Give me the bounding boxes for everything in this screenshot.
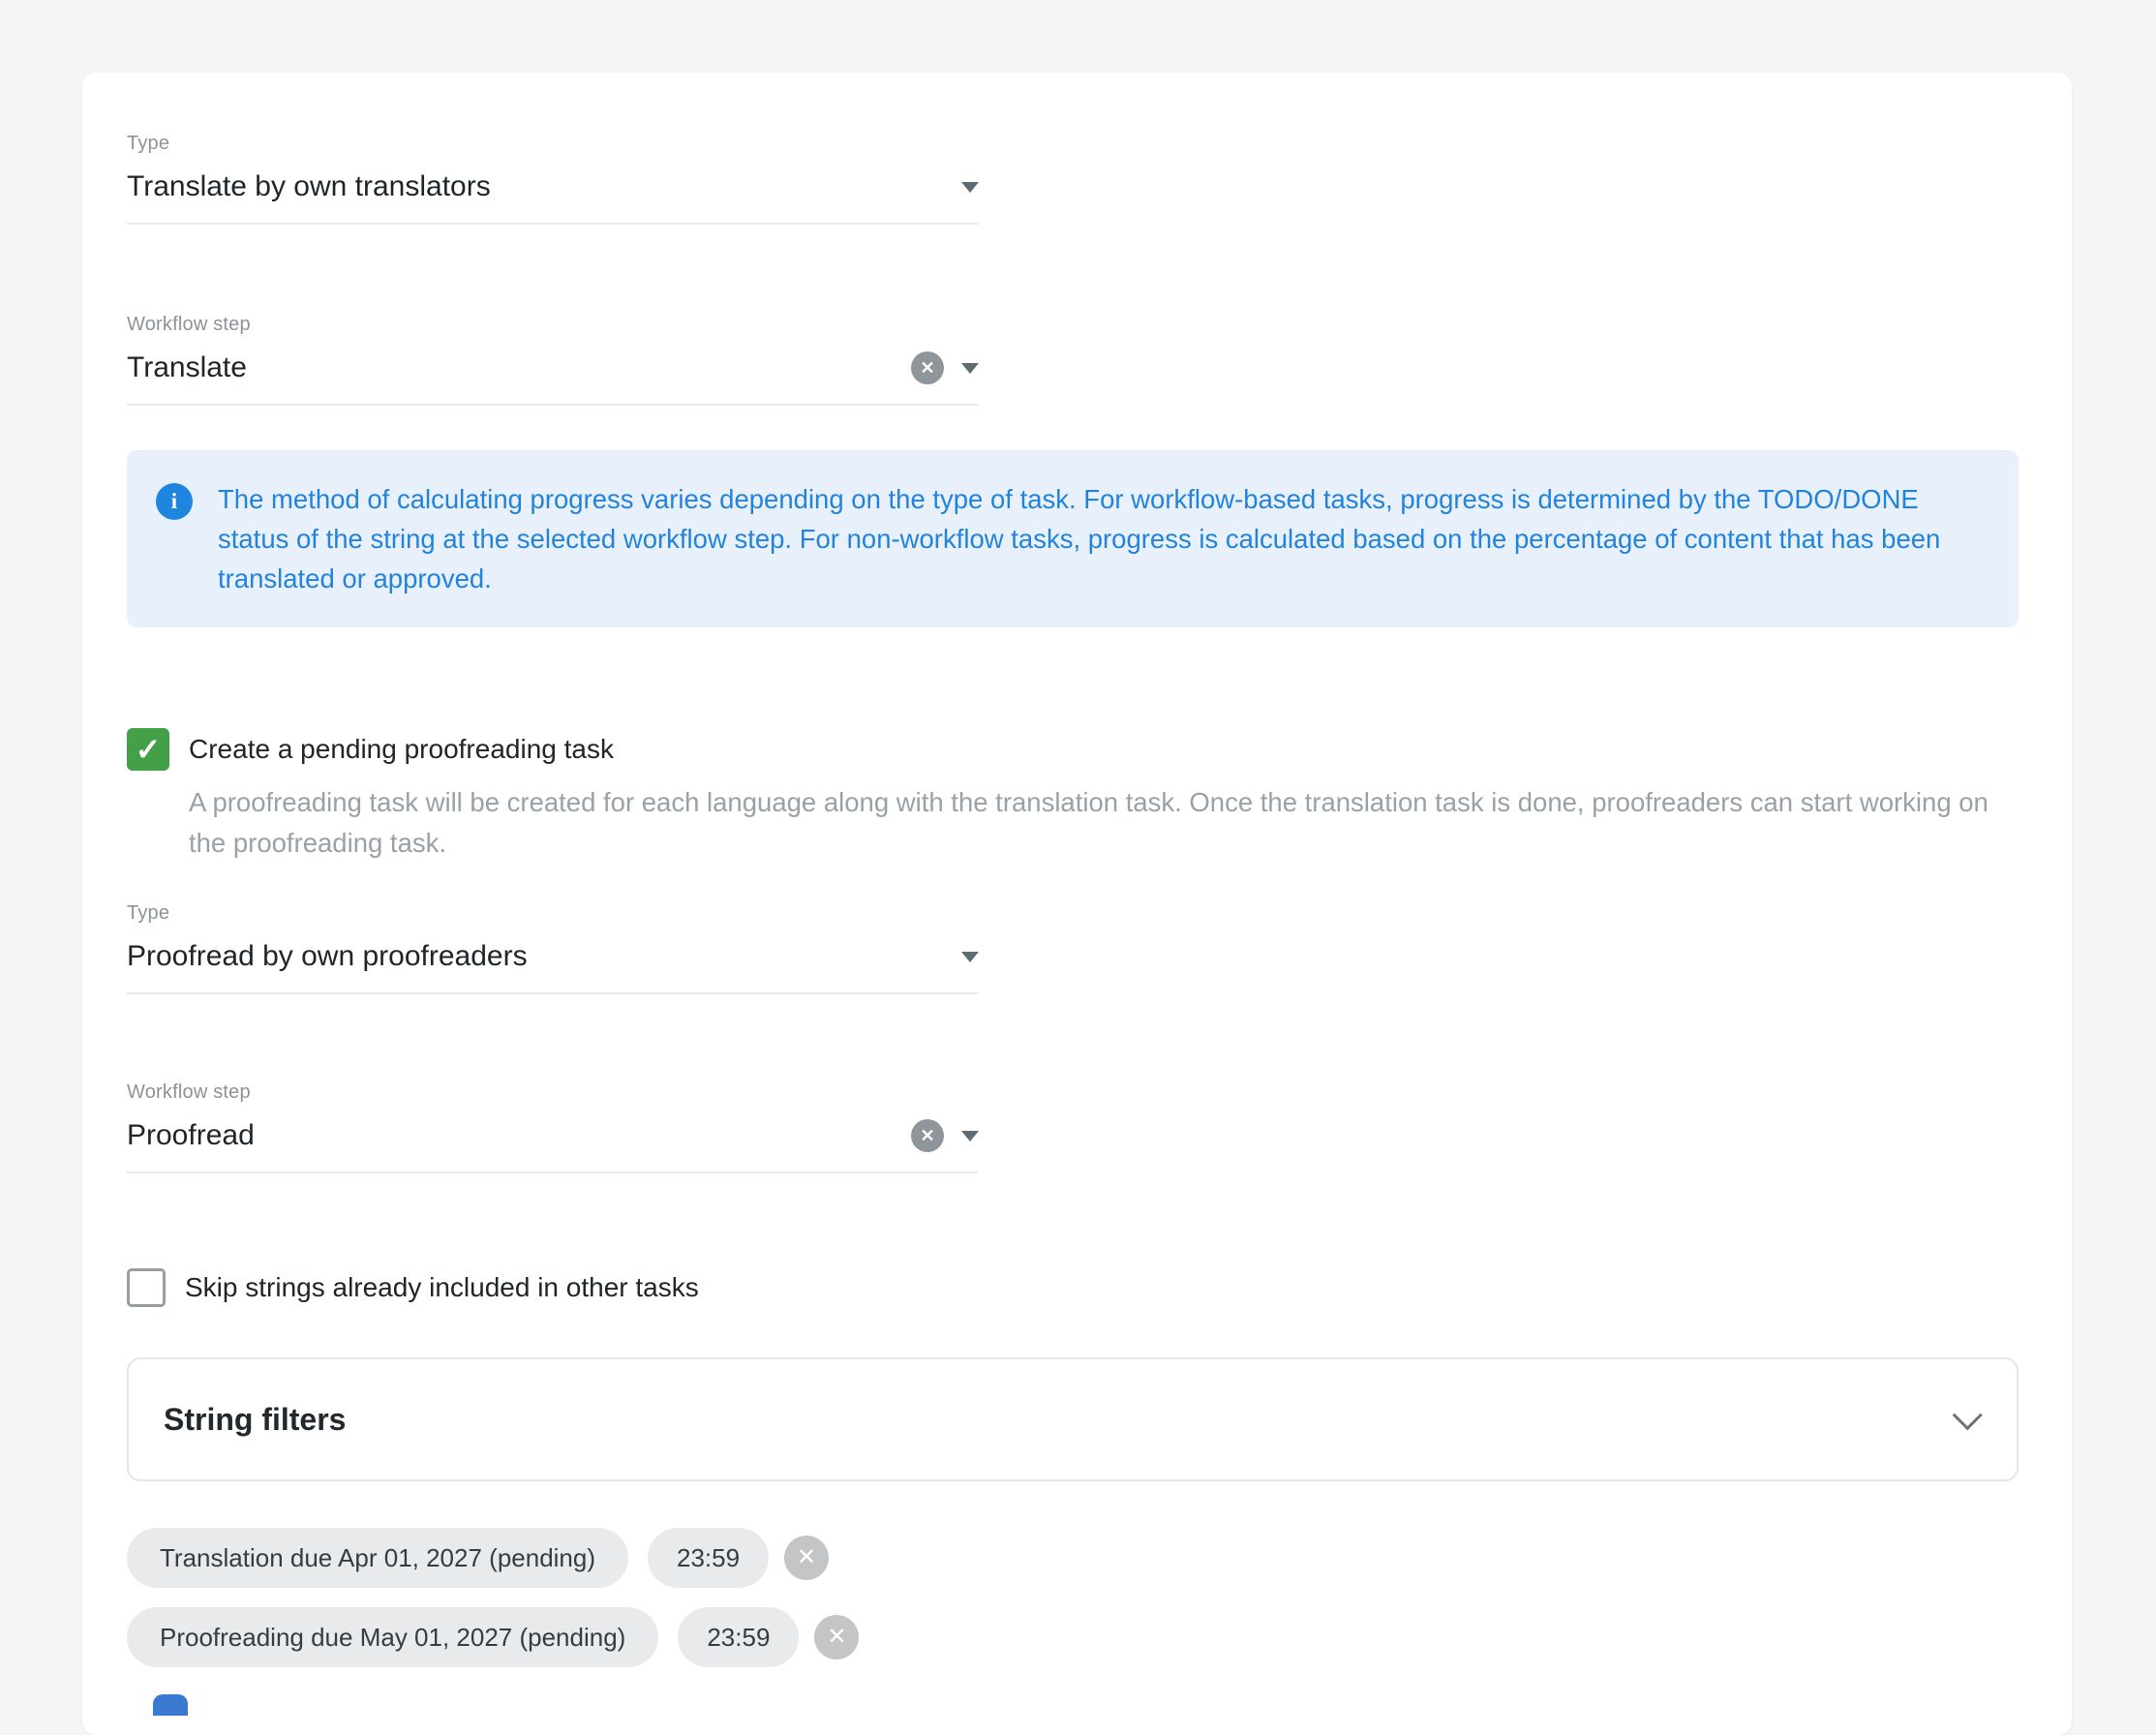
proofreading-checkbox-description: A proofreading task will be created for …	[189, 782, 2009, 864]
task-type-label: Type	[127, 133, 979, 155]
proofreading-deadline-time-chip[interactable]: 23:59	[678, 1607, 799, 1667]
proofread-type-field: Type Proofread by own proofreaders	[127, 902, 979, 994]
info-note-text: The method of calculating progress varie…	[218, 479, 1984, 598]
proofread-workflow-select[interactable]: Proofread ✕	[127, 1119, 979, 1173]
task-type-select[interactable]: Translate by own translators	[127, 170, 979, 225]
progress-info-note: i The method of calculating progress var…	[127, 450, 2019, 627]
task-type-value: Translate by own translators	[127, 170, 491, 203]
skip-strings-section: Skip strings already included in other t…	[127, 1268, 2027, 1307]
task-form-card: Type Translate by own translators Workfl…	[82, 73, 2072, 1735]
translation-deadline-row: Translation due Apr 01, 2027 (pending) 2…	[127, 1528, 2027, 1588]
proofread-type-value: Proofread by own proofreaders	[127, 940, 528, 973]
skip-strings-checkbox[interactable]	[127, 1268, 166, 1307]
remove-deadline-icon[interactable]: ✕	[814, 1615, 859, 1659]
info-icon: i	[156, 483, 193, 520]
skip-strings-label[interactable]: Skip strings already included in other t…	[185, 1272, 699, 1303]
chevron-down-icon[interactable]	[961, 1131, 979, 1141]
proofread-workflow-label: Workflow step	[127, 1081, 979, 1104]
proofread-workflow-field: Workflow step Proofread ✕	[127, 1081, 979, 1173]
workflow-step-value: Translate	[127, 351, 247, 384]
workflow-step-field: Workflow step Translate ✕	[127, 314, 979, 406]
translation-deadline-chip[interactable]: Translation due Apr 01, 2027 (pending)	[127, 1528, 628, 1588]
workflow-step-select[interactable]: Translate ✕	[127, 351, 979, 406]
clear-selection-icon[interactable]: ✕	[911, 1119, 944, 1152]
proofreading-checkbox[interactable]: ✓	[127, 728, 169, 771]
workflow-step-label: Workflow step	[127, 314, 979, 336]
proofread-type-select[interactable]: Proofread by own proofreaders	[127, 940, 979, 994]
chevron-down-icon[interactable]	[961, 182, 979, 193]
proofread-type-label: Type	[127, 902, 979, 925]
proofreading-deadline-chip[interactable]: Proofreading due May 01, 2027 (pending)	[127, 1607, 658, 1667]
string-filters-title: String filters	[164, 1402, 346, 1438]
chevron-down-icon[interactable]	[1953, 1400, 1983, 1430]
deadline-chips: Translation due Apr 01, 2027 (pending) 2…	[127, 1528, 2027, 1667]
chevron-down-icon[interactable]	[961, 952, 979, 962]
proofreading-deadline-row: Proofreading due May 01, 2027 (pending) …	[127, 1607, 2027, 1667]
translation-deadline-time-chip[interactable]: 23:59	[648, 1528, 769, 1588]
clear-selection-icon[interactable]: ✕	[911, 351, 944, 384]
task-type-field: Type Translate by own translators	[127, 133, 979, 225]
create-task-button[interactable]	[153, 1694, 188, 1716]
string-filters-panel[interactable]: String filters	[127, 1357, 2019, 1481]
proofreading-checkbox-label[interactable]: Create a pending proofreading task	[189, 734, 614, 765]
remove-deadline-icon[interactable]: ✕	[784, 1536, 829, 1580]
proofreading-checkbox-section: ✓ Create a pending proofreading task A p…	[127, 728, 2027, 864]
chevron-down-icon[interactable]	[961, 363, 979, 374]
proofread-workflow-value: Proofread	[127, 1119, 255, 1152]
